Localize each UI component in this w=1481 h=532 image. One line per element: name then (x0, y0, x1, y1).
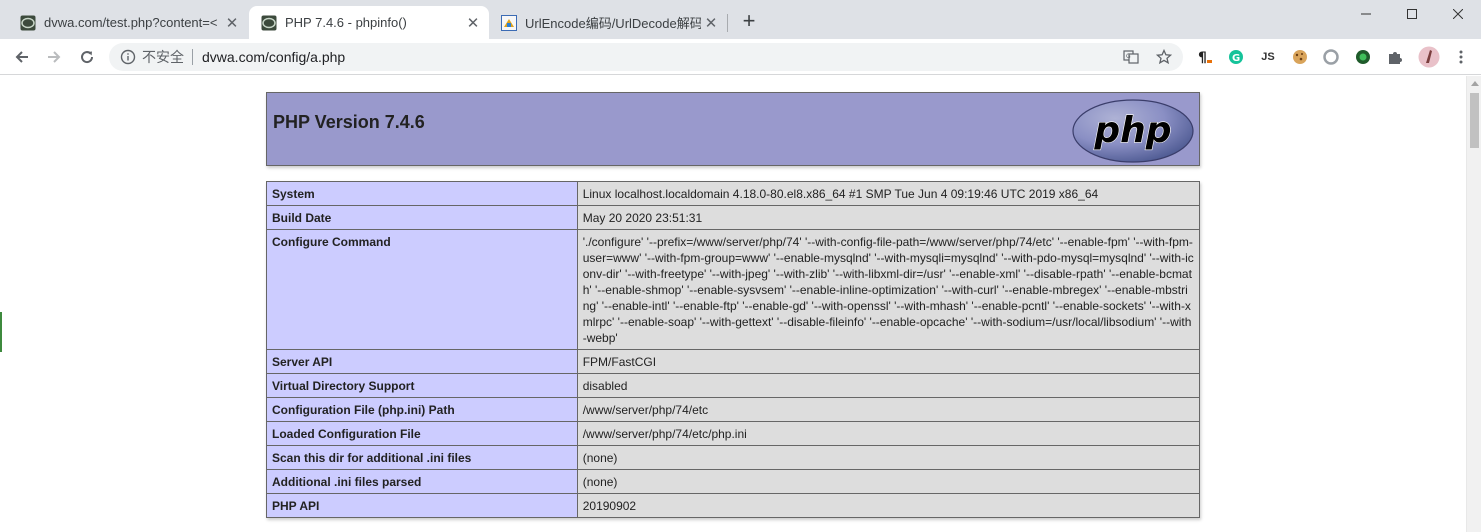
forward-button[interactable] (41, 44, 67, 70)
vertical-scrollbar[interactable] (1466, 76, 1481, 532)
svg-text:¶: ¶ (1198, 50, 1207, 65)
reload-button[interactable] (74, 44, 100, 70)
js-extension-icon[interactable]: JS (1259, 48, 1277, 66)
phpinfo-header: PHP Version 7.4.6 php (266, 92, 1200, 166)
setting-value: May 20 2020 23:51:31 (576, 205, 1201, 230)
setting-value: Linux localhost.localdomain 4.18.0-80.el… (576, 181, 1201, 206)
close-window-button[interactable] (1435, 0, 1481, 28)
setting-name: Server API (266, 349, 578, 374)
back-arrow-icon (15, 51, 28, 63)
setting-name: Configuration File (php.ini) Path (266, 397, 578, 422)
circle-extension-icon[interactable] (1322, 48, 1340, 66)
scroll-up-arrow-icon[interactable] (1471, 81, 1479, 86)
setting-value: FPM/FastCGI (576, 349, 1201, 374)
table-row: Configuration File (php.ini) Path/www/se… (266, 397, 1201, 422)
extensions-puzzle-icon[interactable] (1386, 48, 1404, 66)
table-row: Additional .ini files parsed (none) (266, 469, 1201, 494)
window-edge-accent (0, 312, 2, 352)
green-extension-icon[interactable] (1354, 48, 1372, 66)
url-text[interactable]: dvwa.com/config/a.php (202, 49, 345, 65)
table-row: Loaded Configuration File/www/server/php… (266, 421, 1201, 446)
maximize-icon (1407, 9, 1417, 19)
phpinfo-content: PHP Version 7.4.6 php System Linux localh… (266, 92, 1201, 518)
scrollbar-thumb[interactable] (1470, 93, 1479, 148)
svg-text:G: G (1232, 53, 1240, 64)
address-separator (192, 49, 193, 65)
bookmark-star-icon[interactable] (1156, 49, 1172, 65)
table-row: System Linux localhost.localdomain 4.18.0… (266, 181, 1201, 206)
svg-text:G: G (1126, 53, 1131, 60)
table-row: Configure Command './configure' '--prefix… (266, 229, 1201, 350)
php-logo-icon[interactable]: php (1072, 99, 1194, 163)
urlencode-favicon-icon (501, 14, 517, 31)
minimize-button[interactable] (1343, 0, 1389, 28)
tab-strip: dvwa.com/test.php?content=< ✕ PHP 7.4.6 … (0, 0, 1481, 39)
table-row: Build Date May 20 2020 23:51:31 (266, 205, 1201, 230)
dvwa-favicon-icon (20, 15, 36, 30)
setting-name: Additional .ini files parsed (266, 469, 578, 494)
setting-value: './configure' '--prefix=/www/server/php/… (576, 229, 1201, 350)
maximize-button[interactable] (1389, 0, 1435, 28)
svg-text:php: php (1093, 110, 1171, 151)
tab-phpinfo[interactable]: PHP 7.4.6 - phpinfo() ✕ (249, 6, 489, 39)
address-bar[interactable]: 不安全 dvwa.com/config/a.php G (109, 43, 1183, 71)
info-icon[interactable] (120, 49, 136, 65)
setting-value: /www/server/php/74/etc (576, 397, 1201, 422)
new-tab-button[interactable]: + (736, 8, 762, 34)
back-button[interactable] (9, 44, 35, 70)
forward-arrow-icon (48, 51, 61, 63)
close-tab-icon[interactable]: ✕ (222, 14, 242, 32)
translate-icon[interactable]: G (1123, 49, 1139, 65)
reload-icon (81, 51, 94, 64)
setting-value: (none) (576, 445, 1201, 470)
setting-name: Configure Command (266, 229, 578, 350)
setting-name: Build Date (266, 205, 578, 230)
browser-toolbar: 不安全 dvwa.com/config/a.php G ¶ G JS (0, 39, 1481, 75)
setting-name: Loaded Configuration File (266, 421, 578, 446)
close-icon (1453, 9, 1463, 19)
page-viewport: PHP Version 7.4.6 php System Linux localh… (0, 76, 1481, 532)
tab-title: dvwa.com/test.php?content=< (44, 15, 218, 30)
setting-value: /www/server/php/74/etc/php.ini (576, 421, 1201, 446)
tab-urlencode[interactable]: UrlEncode编码/UrlDecode解码 ✕ (489, 6, 727, 39)
table-row: Scan this dir for additional .ini files(… (266, 445, 1201, 470)
table-row: PHP API 20190902 (266, 493, 1201, 518)
setting-name: PHP API (266, 493, 578, 518)
tab-separator (727, 14, 728, 32)
setting-value: 20190902 (576, 493, 1201, 518)
tab-title: UrlEncode编码/UrlDecode解码 (525, 16, 701, 31)
not-secure-label: 不安全 (142, 49, 184, 65)
setting-name: System (266, 181, 578, 206)
close-tab-icon[interactable]: ✕ (701, 14, 721, 32)
dvwa-favicon-icon (261, 15, 277, 30)
tab-test-php[interactable]: dvwa.com/test.php?content=< ✕ (8, 6, 248, 39)
grammarly-extension-icon[interactable]: G (1227, 48, 1245, 66)
profile-avatar[interactable] (1418, 46, 1440, 68)
setting-value: (none) (576, 469, 1201, 494)
setting-name: Scan this dir for additional .ini files (266, 445, 578, 470)
table-row: Server API FPM/FastCGI (266, 349, 1201, 374)
phpinfo-table: System Linux localhost.localdomain 4.18.0… (266, 181, 1201, 518)
table-row: Virtual Directory Support disabled (266, 373, 1201, 398)
close-tab-icon[interactable]: ✕ (463, 14, 483, 32)
menu-kebab-icon[interactable] (1452, 48, 1470, 66)
php-version-title: PHP Version 7.4.6 (273, 112, 425, 132)
setting-name: Virtual Directory Support (266, 373, 578, 398)
cookie-extension-icon[interactable] (1291, 48, 1309, 66)
setting-value: disabled (576, 373, 1201, 398)
paragraph-extension-icon[interactable]: ¶ (1196, 48, 1214, 66)
minimize-icon (1361, 13, 1371, 15)
tab-title: PHP 7.4.6 - phpinfo() (285, 15, 407, 30)
